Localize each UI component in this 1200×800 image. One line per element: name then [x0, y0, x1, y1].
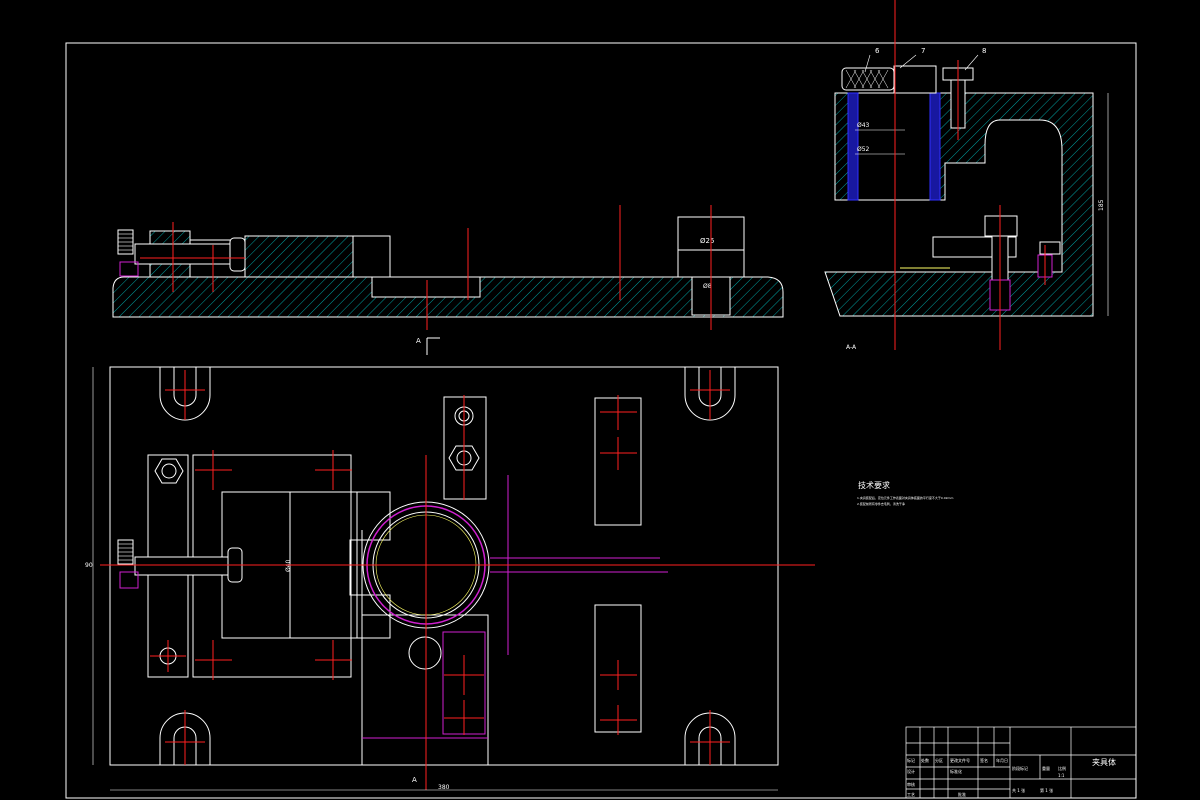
front-section-view: Ø25 Ø8 A	[112, 205, 784, 355]
drawing-title: 夹具体	[1092, 757, 1116, 767]
dim-bore-lower: Ø52	[857, 146, 870, 153]
tb-col-1: 处数	[921, 757, 929, 763]
tb-col-2: 分区	[935, 757, 943, 763]
tb-stage-3: 比例	[1058, 765, 1066, 771]
dim-pin-bottom: Ø8	[703, 283, 712, 290]
tb-stage-2: 重量	[1042, 765, 1050, 771]
dim-left: 90	[85, 562, 93, 569]
sliding-block	[244, 235, 354, 278]
technical-requirements: 技术要求 1.夹具装配后，定位元件工作表面对夹具体底面的平行度不大于0.02mm…	[857, 480, 953, 506]
right-pad	[1039, 241, 1061, 255]
lower-bolt-head	[984, 215, 1018, 237]
tb-col-3: 更改文件号	[950, 757, 970, 763]
cap-plate	[893, 65, 937, 94]
nut-bracket	[443, 396, 487, 500]
part-number-8: 8	[982, 47, 986, 55]
clamp-screw	[134, 243, 231, 265]
section-mark-bottom: A	[412, 776, 417, 784]
tb-row-3: 审核	[907, 781, 915, 787]
section-mark-front: A	[416, 337, 421, 345]
tb-sheets-total: 共 1 张	[1012, 787, 1025, 793]
part-number-6: 6	[875, 47, 880, 55]
center-hole-low	[408, 636, 442, 670]
hex-nut-1	[154, 458, 184, 484]
tb-col-4: 签名	[980, 757, 988, 763]
dim-bore: Ø40	[285, 559, 292, 572]
tb-col-5: 年月日	[996, 757, 1008, 763]
tb-stage-1: 阶段标记	[1012, 765, 1028, 771]
screw-collar	[229, 237, 246, 272]
sliding-block-end	[352, 235, 391, 278]
dim-bore-upper: Ø43	[857, 122, 870, 129]
tb-scale: 1:1	[1058, 773, 1065, 778]
tb-row-4: 工艺	[907, 792, 915, 797]
side-view-aa: 6 7 8 Ø43 Ø52 185 A-A	[824, 0, 1109, 351]
tb-standardization: 标准化	[950, 768, 962, 774]
tb-row-2: 设计	[907, 768, 915, 774]
top-screw	[134, 556, 231, 576]
cad-drawing-canvas: Ø25 Ø8 A 6 7 8 Ø43 Ø52 185 A-A Ø40 90 38…	[65, 0, 1137, 799]
tb-sheet-number: 第 1 张	[1040, 787, 1053, 793]
dim-height: 185	[1098, 199, 1105, 211]
tb-approve: 批准	[958, 791, 966, 797]
section-arrow-top	[426, 337, 440, 355]
dim-pin-top: Ø25	[700, 237, 714, 245]
tech-req-title: 技术要求	[858, 480, 890, 490]
part-number-7: 7	[921, 47, 925, 55]
tech-req-line-2: 2.装配前所有零件去毛刺，清洗干净	[857, 501, 905, 506]
bushing-right	[929, 92, 941, 201]
base-recess	[371, 276, 481, 298]
tech-req-line-1: 1.夹具装配后，定位元件工作表面对夹具体底面的平行度不大于0.02mm	[857, 495, 953, 500]
tb-row-1: 标记	[907, 757, 915, 763]
u-slots	[159, 367, 736, 765]
dim-width: 380	[438, 784, 450, 791]
section-view-name: A-A	[846, 344, 857, 351]
cap-knurled	[841, 67, 895, 91]
top-view: Ø40 90 380 A	[85, 366, 815, 791]
